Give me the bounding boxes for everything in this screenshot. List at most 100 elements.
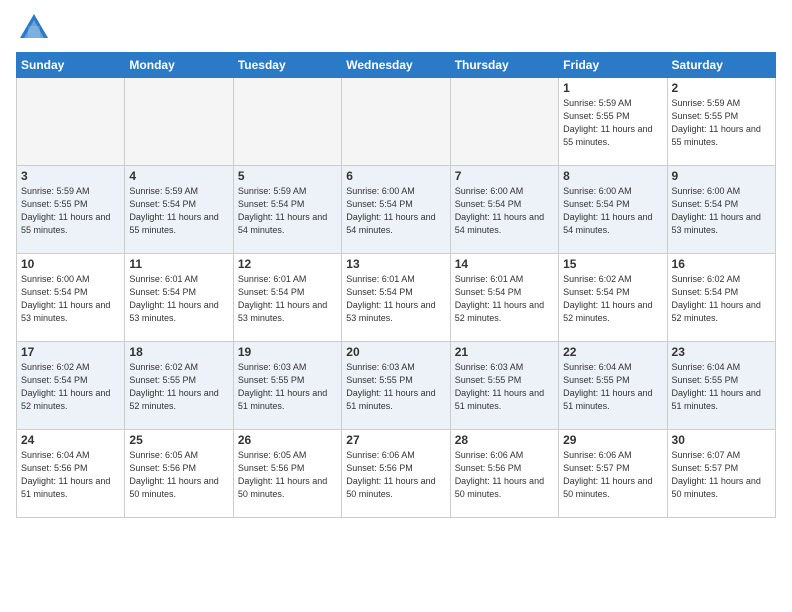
day-number: 29 (563, 433, 662, 447)
day-number: 9 (672, 169, 771, 183)
calendar-header-monday: Monday (125, 53, 233, 78)
day-number: 13 (346, 257, 445, 271)
calendar-week-row: 10Sunrise: 6:00 AMSunset: 5:54 PMDayligh… (17, 254, 776, 342)
day-number: 7 (455, 169, 554, 183)
calendar-week-row: 17 Sunrise: 6:02 AMSunset: 5:54 PMDayligh… (17, 342, 776, 430)
calendar-header-friday: Friday (559, 53, 667, 78)
day-info: Sunrise: 6:01 AMSunset: 5:54 PMDaylight:… (346, 273, 445, 325)
calendar-cell: 19Sunrise: 6:03 AMSunset: 5:55 PMDayligh… (233, 342, 341, 430)
calendar-cell: 7 Sunrise: 6:00 AMSunset: 5:54 PMDaylight… (450, 166, 558, 254)
calendar-cell: 13 Sunrise: 6:01 AMSunset: 5:54 PMDayligh… (342, 254, 450, 342)
calendar-week-row: 1 Sunrise: 5:59 AMSunset: 5:55 PMDaylight… (17, 78, 776, 166)
calendar-header-row: SundayMondayTuesdayWednesdayThursdayFrid… (17, 53, 776, 78)
day-info: Sunrise: 6:01 AMSunset: 5:54 PMDaylight:… (455, 273, 554, 325)
calendar-cell: 29 Sunrise: 6:06 AMSunset: 5:57 PMDayligh… (559, 430, 667, 518)
day-number: 20 (346, 345, 445, 359)
page: SundayMondayTuesdayWednesdayThursdayFrid… (0, 0, 792, 612)
day-info: Sunrise: 6:06 AMSunset: 5:57 PMDaylight:… (563, 449, 662, 501)
calendar-header-tuesday: Tuesday (233, 53, 341, 78)
calendar-cell: 17 Sunrise: 6:02 AMSunset: 5:54 PMDayligh… (17, 342, 125, 430)
calendar-cell (450, 78, 558, 166)
day-number: 30 (672, 433, 771, 447)
day-info: Sunrise: 6:02 AMSunset: 5:54 PMDaylight:… (563, 273, 662, 325)
calendar-cell: 18 Sunrise: 6:02 AMSunset: 5:55 PMDayligh… (125, 342, 233, 430)
calendar-cell (17, 78, 125, 166)
day-info: Sunrise: 6:05 AMSunset: 5:56 PMDaylight:… (238, 449, 337, 501)
day-number: 14 (455, 257, 554, 271)
day-info: Sunrise: 5:59 AMSunset: 5:55 PMDaylight:… (21, 185, 120, 237)
calendar-cell: 30 Sunrise: 6:07 AMSunset: 5:57 PMDayligh… (667, 430, 775, 518)
day-number: 6 (346, 169, 445, 183)
day-info: Sunrise: 6:00 AMSunset: 5:54 PMDaylight:… (455, 185, 554, 237)
day-info: Sunrise: 6:01 AMSunset: 5:54 PMDaylight:… (238, 273, 337, 325)
calendar-cell: 12 Sunrise: 6:01 AMSunset: 5:54 PMDayligh… (233, 254, 341, 342)
day-number: 21 (455, 345, 554, 359)
day-info: Sunrise: 6:07 AMSunset: 5:57 PMDaylight:… (672, 449, 771, 501)
calendar-cell: 22 Sunrise: 6:04 AMSunset: 5:55 PMDayligh… (559, 342, 667, 430)
calendar-cell: 1Sunrise: 5:59 AMSunset: 5:55 PMDaylight… (559, 78, 667, 166)
day-info: Sunrise: 6:03 AMSunset: 5:55 PMDaylight:… (346, 361, 445, 413)
day-info: Sunrise: 6:06 AMSunset: 5:56 PMDaylight:… (346, 449, 445, 501)
calendar-cell: 6 Sunrise: 6:00 AMSunset: 5:54 PMDaylight… (342, 166, 450, 254)
logo (16, 10, 54, 46)
day-info: Sunrise: 6:02 AMSunset: 5:54 PMDaylight:… (672, 273, 771, 325)
day-number: 3 (21, 169, 120, 183)
day-number: 28 (455, 433, 554, 447)
logo-icon (16, 10, 52, 46)
day-info: Sunrise: 6:00 AMSunset: 5:54 PMDaylight:… (21, 273, 120, 325)
calendar-cell: 26 Sunrise: 6:05 AMSunset: 5:56 PMDayligh… (233, 430, 341, 518)
calendar-cell: 5 Sunrise: 5:59 AMSunset: 5:54 PMDaylight… (233, 166, 341, 254)
day-info: Sunrise: 6:04 AMSunset: 5:55 PMDaylight:… (563, 361, 662, 413)
calendar-cell: 28Sunrise: 6:06 AMSunset: 5:56 PMDayligh… (450, 430, 558, 518)
day-number: 25 (129, 433, 228, 447)
calendar-cell: 24 Sunrise: 6:04 AMSunset: 5:56 PMDayligh… (17, 430, 125, 518)
calendar-cell: 9Sunrise: 6:00 AMSunset: 5:54 PMDaylight… (667, 166, 775, 254)
calendar-cell: 3 Sunrise: 5:59 AMSunset: 5:55 PMDaylight… (17, 166, 125, 254)
calendar-cell: 8 Sunrise: 6:00 AMSunset: 5:54 PMDaylight… (559, 166, 667, 254)
day-info: Sunrise: 6:04 AMSunset: 5:56 PMDaylight:… (21, 449, 120, 501)
calendar-cell: 11Sunrise: 6:01 AMSunset: 5:54 PMDayligh… (125, 254, 233, 342)
day-info: Sunrise: 5:59 AMSunset: 5:55 PMDaylight:… (672, 97, 771, 149)
day-info: Sunrise: 5:59 AMSunset: 5:54 PMDaylight:… (238, 185, 337, 237)
day-number: 18 (129, 345, 228, 359)
day-number: 27 (346, 433, 445, 447)
calendar-cell (233, 78, 341, 166)
calendar-cell: 14 Sunrise: 6:01 AMSunset: 5:54 PMDayligh… (450, 254, 558, 342)
day-info: Sunrise: 5:59 AMSunset: 5:54 PMDaylight:… (129, 185, 228, 237)
calendar-week-row: 24 Sunrise: 6:04 AMSunset: 5:56 PMDayligh… (17, 430, 776, 518)
calendar-cell: 27 Sunrise: 6:06 AMSunset: 5:56 PMDayligh… (342, 430, 450, 518)
day-info: Sunrise: 6:02 AMSunset: 5:55 PMDaylight:… (129, 361, 228, 413)
day-number: 23 (672, 345, 771, 359)
day-number: 24 (21, 433, 120, 447)
calendar-cell: 2 Sunrise: 5:59 AMSunset: 5:55 PMDaylight… (667, 78, 775, 166)
day-number: 8 (563, 169, 662, 183)
day-number: 26 (238, 433, 337, 447)
calendar-cell: 20 Sunrise: 6:03 AMSunset: 5:55 PMDayligh… (342, 342, 450, 430)
day-number: 12 (238, 257, 337, 271)
day-info: Sunrise: 6:05 AMSunset: 5:56 PMDaylight:… (129, 449, 228, 501)
calendar-header-thursday: Thursday (450, 53, 558, 78)
calendar-cell: 21Sunrise: 6:03 AMSunset: 5:55 PMDayligh… (450, 342, 558, 430)
day-number: 19 (238, 345, 337, 359)
calendar-header-saturday: Saturday (667, 53, 775, 78)
day-info: Sunrise: 6:00 AMSunset: 5:54 PMDaylight:… (346, 185, 445, 237)
calendar-cell: 4Sunrise: 5:59 AMSunset: 5:54 PMDaylight… (125, 166, 233, 254)
day-number: 22 (563, 345, 662, 359)
calendar-cell: 15 Sunrise: 6:02 AMSunset: 5:54 PMDayligh… (559, 254, 667, 342)
day-info: Sunrise: 6:01 AMSunset: 5:54 PMDaylight:… (129, 273, 228, 325)
header (16, 10, 776, 46)
calendar-header-wednesday: Wednesday (342, 53, 450, 78)
day-number: 15 (563, 257, 662, 271)
day-number: 2 (672, 81, 771, 95)
day-info: Sunrise: 6:00 AMSunset: 5:54 PMDaylight:… (563, 185, 662, 237)
calendar-cell (125, 78, 233, 166)
calendar-cell: 16 Sunrise: 6:02 AMSunset: 5:54 PMDayligh… (667, 254, 775, 342)
day-number: 17 (21, 345, 120, 359)
day-number: 1 (563, 81, 662, 95)
calendar-cell: 10Sunrise: 6:00 AMSunset: 5:54 PMDayligh… (17, 254, 125, 342)
day-number: 5 (238, 169, 337, 183)
day-number: 16 (672, 257, 771, 271)
day-info: Sunrise: 6:04 AMSunset: 5:55 PMDaylight:… (672, 361, 771, 413)
day-info: Sunrise: 6:02 AMSunset: 5:54 PMDaylight:… (21, 361, 120, 413)
calendar-cell: 25 Sunrise: 6:05 AMSunset: 5:56 PMDayligh… (125, 430, 233, 518)
